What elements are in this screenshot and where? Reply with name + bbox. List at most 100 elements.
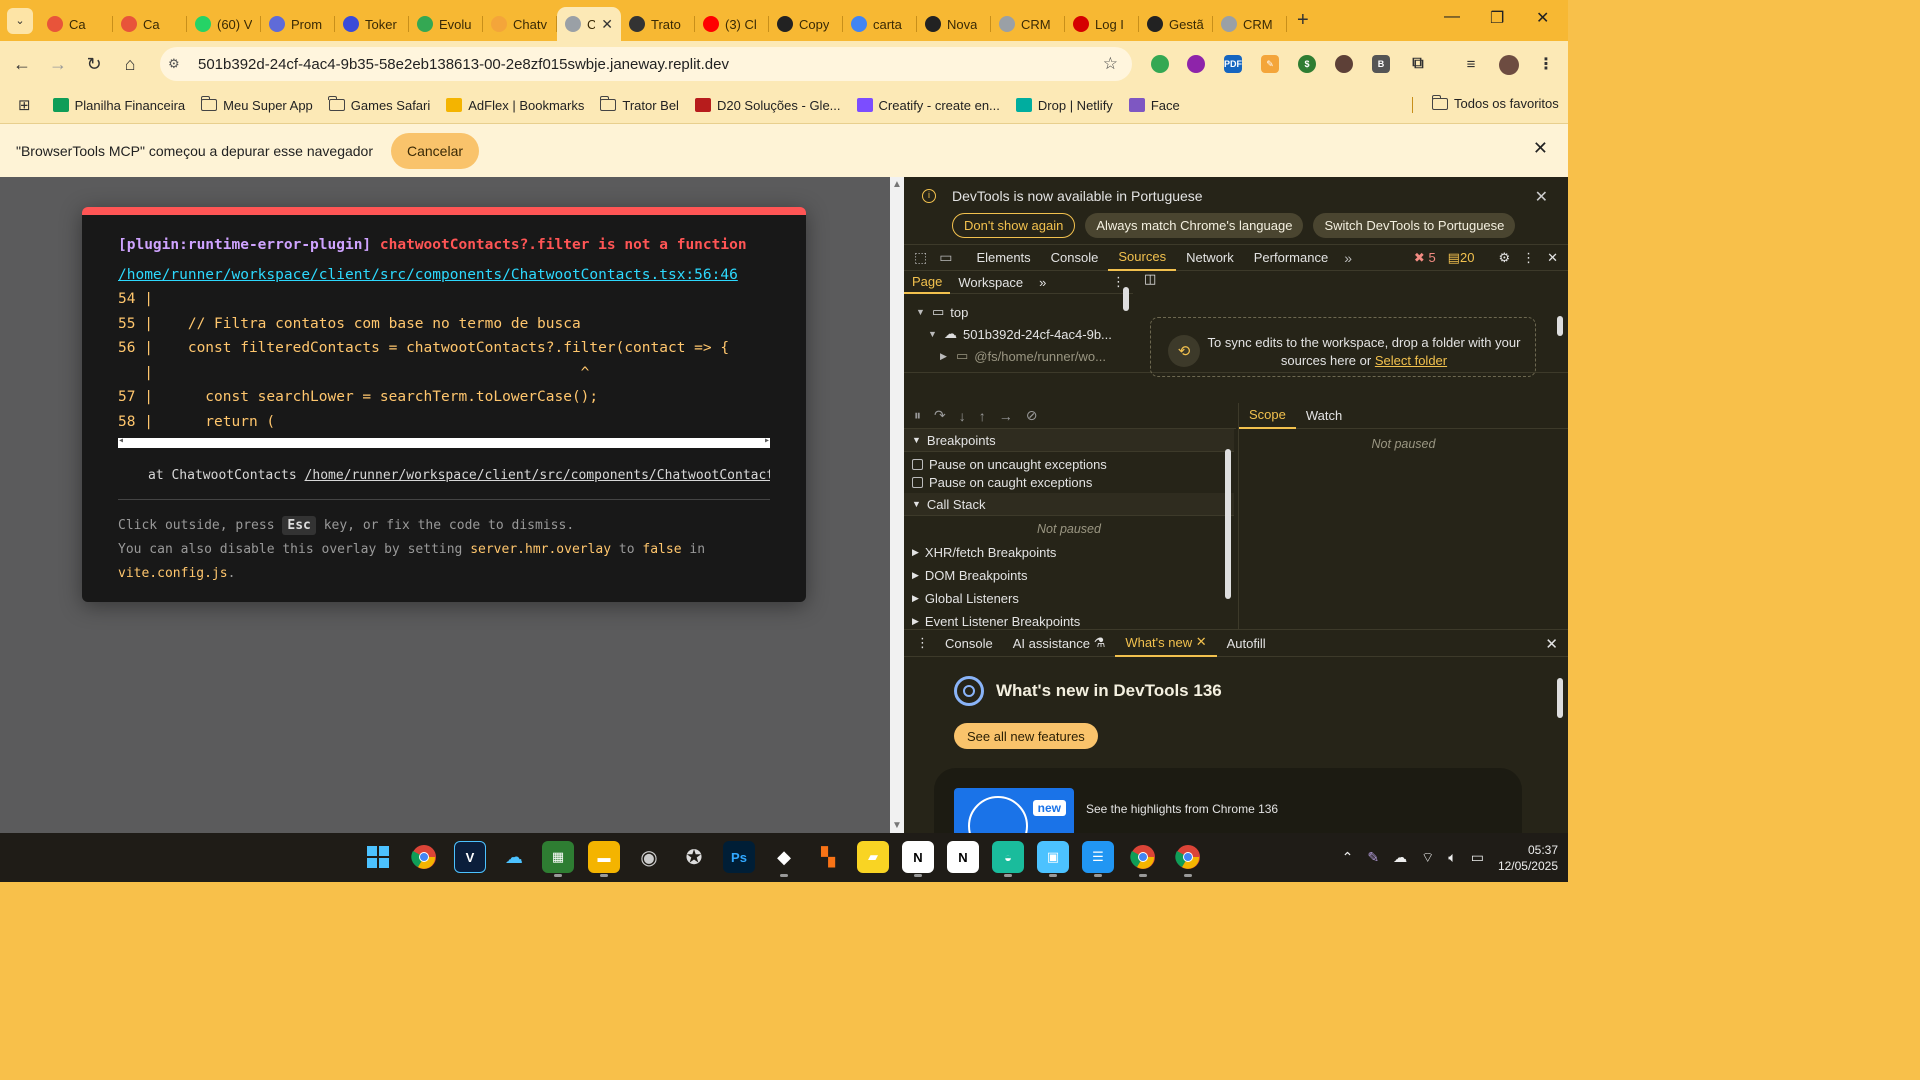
obs-icon[interactable]: ◉ xyxy=(633,841,665,873)
browser-tab[interactable]: Log I xyxy=(1065,7,1139,41)
volume-icon[interactable]: 🔈︎ xyxy=(1448,849,1456,866)
expand-arrow-icon[interactable]: ▶ xyxy=(940,351,950,362)
new-tab-button[interactable]: + xyxy=(1297,9,1309,32)
tab-page[interactable]: Page xyxy=(904,271,951,294)
vite-error-overlay[interactable]: [plugin:runtime-error-plugin] chatwootCo… xyxy=(82,207,806,602)
battery-icon[interactable]: ▭ xyxy=(1471,849,1484,866)
checkbox[interactable] xyxy=(912,458,923,470)
see-all-features-button[interactable]: See all new features xyxy=(954,723,1098,749)
pause-uncaught-row[interactable]: Pause on uncaught exceptions xyxy=(904,455,1234,473)
app-icon[interactable]: ▣ xyxy=(1037,841,1069,877)
debug-section[interactable]: ▶ DOM Breakpoints xyxy=(904,564,1234,587)
back-icon[interactable]: ← xyxy=(4,54,40,75)
debug-section[interactable]: ▶ Global Listeners xyxy=(904,587,1234,610)
bookmark-item[interactable]: AdFlex | Bookmarks xyxy=(446,98,584,113)
browser-tab[interactable]: Toker xyxy=(335,7,409,41)
devtools-tab-console[interactable]: Console xyxy=(1041,245,1109,271)
bookmark-item[interactable]: Planilha Financeira xyxy=(52,98,185,113)
switch-language-button[interactable]: Switch DevTools to Portuguese xyxy=(1313,213,1516,238)
close-devtools-icon[interactable]: ✕ xyxy=(1547,250,1558,266)
tree-scrollbar[interactable] xyxy=(1120,271,1132,371)
photoshop-icon[interactable]: Ps xyxy=(723,841,755,873)
profile-avatar[interactable] xyxy=(1499,55,1519,75)
app-icon[interactable]: ◒ xyxy=(992,841,1024,877)
browser-tab[interactable]: carta xyxy=(843,7,917,41)
overwolf-icon[interactable]: ✪ xyxy=(678,841,710,873)
tab-search-button[interactable]: ⌄ xyxy=(7,7,33,34)
error-file-link[interactable]: /home/runner/workspace/client/src/compon… xyxy=(118,267,770,283)
sticky-notes-icon[interactable]: ▰ xyxy=(857,841,889,873)
apps-grid-icon[interactable]: ⊞ xyxy=(18,96,31,114)
bookmark-item[interactable]: Meu Super App xyxy=(200,96,313,113)
always-match-button[interactable]: Always match Chrome's language xyxy=(1085,213,1304,238)
step-icon[interactable]: → xyxy=(999,408,1013,424)
restore-icon[interactable]: ❐ xyxy=(1490,8,1504,28)
browser-tab[interactable]: (60) V xyxy=(187,7,261,41)
forward-icon[interactable]: → xyxy=(40,54,76,75)
image-app-icon[interactable]: ▦ xyxy=(542,841,574,877)
app-icon[interactable]: ◆ xyxy=(768,841,800,877)
error-count-badge[interactable]: ✖ 5 xyxy=(1414,250,1436,266)
devtools-tab-network[interactable]: Network xyxy=(1176,245,1244,271)
page-scrollbar[interactable]: ▲ ▼ xyxy=(890,177,904,833)
pdf-extension-icon[interactable]: PDF xyxy=(1224,55,1242,73)
app-icon[interactable]: ▚ xyxy=(812,841,844,873)
step-into-icon[interactable]: ↓ xyxy=(959,408,966,424)
more-icon[interactable]: » xyxy=(1031,271,1054,294)
all-bookmarks-button[interactable]: Todos os favoritos xyxy=(1431,94,1559,111)
pen-icon[interactable]: ✎ xyxy=(1367,849,1379,866)
code-frame-scrollbar[interactable] xyxy=(118,435,770,448)
reload-icon[interactable]: ↻ xyxy=(76,54,112,75)
chrome-menu-icon[interactable]: ⋮ xyxy=(1537,55,1555,73)
cancel-debug-button[interactable]: Cancelar xyxy=(391,132,480,169)
call-stack-section[interactable]: ▼ Call Stack xyxy=(904,493,1234,516)
tab-workspace[interactable]: Workspace xyxy=(950,271,1031,294)
bookmark-item[interactable]: Games Safari xyxy=(328,96,430,113)
extensions-puzzle-icon[interactable]: ⧉ xyxy=(1409,55,1427,73)
site-info-icon[interactable]: ⚙ xyxy=(168,56,198,72)
extension-b-icon[interactable]: B xyxy=(1372,55,1390,73)
browser-tab[interactable]: C ✕ xyxy=(557,7,621,41)
page-viewport[interactable]: [plugin:runtime-error-plugin] chatwootCo… xyxy=(0,177,890,833)
extension-purple-icon[interactable] xyxy=(1187,55,1205,73)
tree-node[interactable]: ▼ ☁ 501b392d-24cf-4ac4-9b... xyxy=(904,323,1133,345)
browser-tab[interactable]: Copy xyxy=(769,7,843,41)
windows-start-icon[interactable] xyxy=(362,841,394,873)
settings-gear-icon[interactable]: ⚙ xyxy=(1498,250,1510,266)
drawer-tab-whats-new[interactable]: What's new ✕ xyxy=(1115,629,1217,657)
bookmark-item[interactable]: Creatify - create en... xyxy=(856,98,1000,113)
bookmark-item[interactable]: D20 Soluções - Gle... xyxy=(694,98,841,113)
extension-dollar-icon[interactable]: $ xyxy=(1298,55,1316,73)
browser-tab[interactable]: Ca xyxy=(39,7,113,41)
bookmark-item[interactable]: Trator Bel xyxy=(599,96,679,113)
bookmark-item[interactable]: Face xyxy=(1128,98,1180,113)
tree-node[interactable]: ▶ ▭ @fs/home/runner/wo... xyxy=(904,345,1133,367)
tree-node[interactable]: ▼ ▭ top xyxy=(904,301,1133,323)
address-bar[interactable]: ⚙ 501b392d-24cf-4ac4-9b35-58e2eb138613-0… xyxy=(160,47,1132,81)
file-explorer-icon[interactable]: ▬ xyxy=(588,841,620,877)
more-options-icon[interactable]: ⋮ xyxy=(1522,250,1535,266)
extension-pen-icon[interactable]: ✎ xyxy=(1261,55,1279,73)
toggle-sidebar-icon[interactable]: ◫ xyxy=(1144,271,1156,287)
drawer-tab-console[interactable]: Console xyxy=(935,629,1003,657)
cloud-off-icon[interactable]: ☁ xyxy=(1393,849,1407,866)
browser-tab[interactable]: Prom xyxy=(261,7,335,41)
browser-tab[interactable]: (3) Cl xyxy=(695,7,769,41)
notion-icon[interactable]: N xyxy=(947,841,979,873)
scroll-down-icon[interactable]: ▼ xyxy=(892,820,902,831)
warning-count-badge[interactable]: ▤20 xyxy=(1448,250,1475,266)
more-tabs-icon[interactable]: » xyxy=(1344,250,1352,266)
inspect-element-icon[interactable]: ⬚ xyxy=(914,249,927,266)
pause-caught-row[interactable]: Pause on caught exceptions xyxy=(904,473,1234,491)
whats-new-scrollbar[interactable] xyxy=(1554,660,1566,830)
deactivate-breakpoints-icon[interactable]: ⊘ xyxy=(1026,407,1038,424)
close-tab-icon[interactable]: ✕ xyxy=(1196,634,1207,650)
notepad-icon[interactable]: ☰ xyxy=(1082,841,1114,877)
browser-tab[interactable]: Nova xyxy=(917,7,991,41)
debug-section[interactable]: ▶ XHR/fetch Breakpoints xyxy=(904,541,1234,564)
editor-scrollbar[interactable] xyxy=(1554,302,1566,370)
highlights-card[interactable]: new See the highlights from Chrome 136 xyxy=(934,768,1522,833)
select-folder-link[interactable]: Select folder xyxy=(1375,353,1447,368)
step-out-icon[interactable]: ↑ xyxy=(979,408,986,424)
extension-green-icon[interactable] xyxy=(1151,55,1169,73)
